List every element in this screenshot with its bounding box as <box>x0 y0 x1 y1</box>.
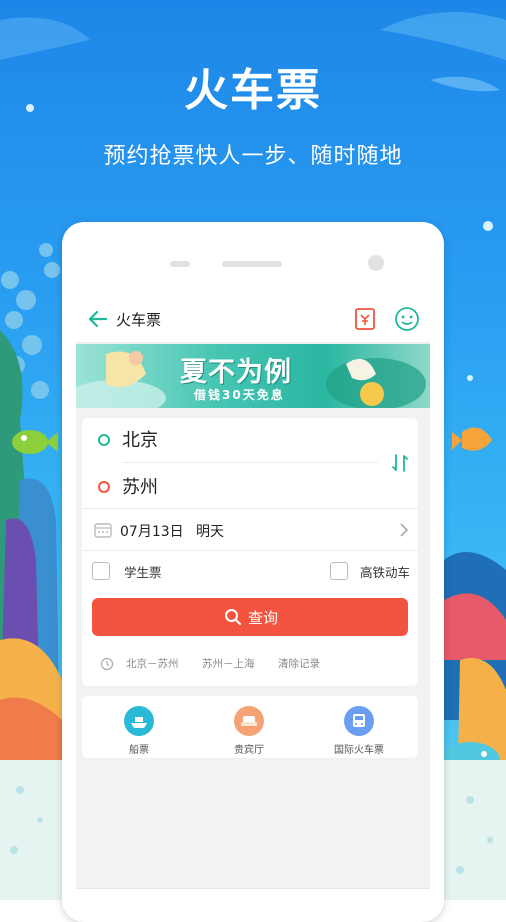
divider <box>82 550 418 551</box>
swap-stations-icon[interactable] <box>390 452 410 474</box>
history-item[interactable]: 苏州－上海 <box>202 656 255 671</box>
ticket-icon[interactable] <box>354 307 376 331</box>
service-ship[interactable]: 船票 <box>94 702 184 756</box>
services-card: 船票 贵宾厅 国际火车票 <box>82 696 418 758</box>
promo-subtitle: 预约抢票快人一步、随时随地 <box>103 144 403 169</box>
app-screen: 火车票 夏不为例 借钱30天免息 北京 苏州 07月13日 明天 学生票 高铁动… <box>76 296 430 900</box>
history-item[interactable]: 北京－苏州 <box>126 656 179 671</box>
divider <box>122 462 378 463</box>
banner-title: 夏不为例 <box>180 357 292 388</box>
bottom-tab-bar <box>76 888 430 900</box>
promo-title: 火车票 <box>184 65 322 116</box>
high-speed-label: 高铁动车 <box>360 565 411 580</box>
search-icon <box>225 609 241 625</box>
phone-camera <box>368 255 384 271</box>
calendar-icon <box>94 523 112 538</box>
ship-icon <box>124 706 154 736</box>
history-clock-icon <box>100 657 114 671</box>
high-speed-checkbox[interactable] <box>330 562 348 580</box>
student-ticket-checkbox[interactable] <box>92 562 110 580</box>
service-international-train[interactable]: 国际火车票 <box>314 702 404 756</box>
service-label: 国际火车票 <box>334 745 384 756</box>
departure-station[interactable]: 北京 <box>122 426 158 452</box>
search-label: 查询 <box>248 609 279 627</box>
departure-day[interactable]: 明天 <box>196 521 224 541</box>
international-train-icon <box>344 706 374 736</box>
departure-dot-icon <box>98 434 110 446</box>
lounge-icon <box>234 706 264 736</box>
back-arrow-icon[interactable] <box>86 308 110 330</box>
student-ticket-label: 学生票 <box>124 565 162 580</box>
arrival-dot-icon <box>98 481 110 493</box>
search-card: 北京 苏州 07月13日 明天 学生票 高铁动车 查询 北京－苏州 苏州－上海 … <box>82 418 418 686</box>
phone-sensor <box>170 261 190 267</box>
banner-subtitle: 借钱30天免息 <box>194 388 285 402</box>
customer-service-icon[interactable] <box>394 306 420 332</box>
promo-banner[interactable]: 夏不为例 借钱30天免息 <box>76 344 430 408</box>
service-lounge[interactable]: 贵宾厅 <box>204 702 294 756</box>
page-title: 火车票 <box>116 311 162 329</box>
divider <box>82 508 418 509</box>
service-label: 船票 <box>129 745 149 756</box>
search-button[interactable]: 查询 <box>92 598 408 636</box>
arrival-station[interactable]: 苏州 <box>122 473 158 499</box>
service-label: 贵宾厅 <box>234 745 264 756</box>
chevron-right-icon[interactable] <box>398 522 410 538</box>
clear-history-link[interactable]: 清除记录 <box>278 656 320 671</box>
phone-speaker <box>222 261 282 267</box>
app-header: 火车票 <box>76 296 430 343</box>
departure-date[interactable]: 07月13日 <box>120 521 184 541</box>
